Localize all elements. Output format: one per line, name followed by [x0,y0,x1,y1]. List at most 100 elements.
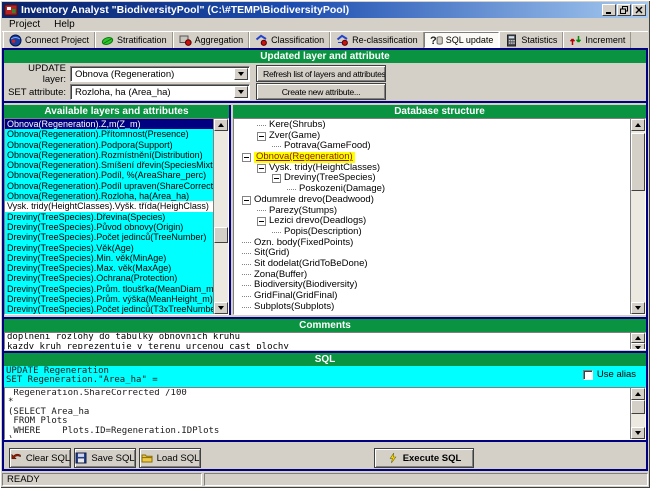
toolbar-button-statistics[interactable]: Statistics [499,32,563,48]
set-attribute-combobox[interactable]: Rozloha, ha (Area_ha) [70,84,250,100]
arrow-up-icon [635,336,641,340]
tree-node[interactable]: GridFinal(GridFinal) [234,291,630,302]
tree-node[interactable]: Obnova(Regeneration) [234,152,630,163]
arrow-up-icon [635,392,641,396]
clear-sql-button[interactable]: Clear SQL [9,448,71,468]
list-item[interactable]: Obnova(Regeneration).Smíšení dřevin(Spec… [5,160,213,170]
sql-section: SQL UPDATE RegenerationSET Regeneration.… [4,351,646,442]
collapse-expander-icon[interactable] [257,217,266,226]
tree-node[interactable]: Kere(Shrubs) [234,120,630,131]
list-item[interactable]: Dreviny(TreeSpecies).Počet jedinců(T3xTr… [5,304,213,314]
use-alias-checkbox[interactable] [583,370,593,380]
scrollbar-track[interactable] [631,131,645,302]
scroll-down-button[interactable] [631,427,645,439]
scroll-up-button[interactable] [214,119,228,131]
tree-vertical-scrollbar[interactable] [630,119,645,314]
toolbar-button-classification[interactable]: Classification [249,32,330,48]
close-button[interactable] [632,4,646,16]
collapse-expander-icon[interactable] [257,132,266,141]
list-item[interactable]: Dreviny(TreeSpecies).Dřevina(Species) [5,212,213,222]
comments-textarea[interactable]: doplneni rozlohy do tabulky obnovnich kr… [4,332,646,350]
list-item[interactable]: Dreviny(TreeSpecies).Prům. výška(MeanHei… [5,294,213,304]
tree-branch-line [242,242,251,243]
titlebar: Inventory Analyst "BiodiversityPool" (C:… [2,2,648,18]
tree-node[interactable]: Vysk. tridy(HeightClasses) [234,163,630,174]
list-item[interactable]: Obnova(Regeneration).Přítomnost(Presence… [5,129,213,139]
tree-node[interactable]: Biodiversity(Biodiversity) [234,280,630,291]
list-item[interactable]: Obnova(Regeneration).Z,m(Z_m) [5,119,213,129]
tree-node[interactable]: Potrava(GameFood) [234,141,630,152]
tree-node[interactable]: Ozn. body(FixedPoints) [234,238,630,249]
tree-node[interactable]: Parezy(Stumps) [234,206,630,217]
list-item[interactable]: Dreviny(TreeSpecies).Prům. tloušťka(Mean… [5,284,213,294]
toolbar-button-stratification[interactable]: Stratification [95,32,173,48]
tree-node[interactable]: Poskozeni(Damage) [234,184,630,195]
set-attribute-dropdown-button[interactable] [234,86,248,98]
tree-node[interactable]: Odumrele drevo(Deadwood) [234,195,630,206]
list-item[interactable]: Dreviny(TreeSpecies).Počet jedinců(TreeN… [5,232,213,242]
update-layer-label: UPDATE layer: [6,63,66,85]
scrollbar-thumb[interactable] [631,133,645,191]
create-attribute-button[interactable]: Create new attribute... [256,83,386,100]
minimize-button[interactable] [602,4,616,16]
list-item[interactable]: Obnova(Regeneration).Podíl upraven(Share… [5,181,213,191]
toolbar-button-aggregation[interactable]: Aggregation [173,32,250,48]
tree-branch-line [242,274,251,275]
load-sql-button[interactable]: Load SQL [139,448,201,468]
toolbar-button-sql-update[interactable]: ?SQL update [424,32,500,48]
scroll-down-button[interactable] [214,302,228,314]
scroll-up-button[interactable] [631,333,645,343]
list-item[interactable]: Obnova(Regeneration).Rozmístnění(Distrib… [5,150,213,160]
menu-item-project[interactable]: Project [2,19,47,30]
comments-vertical-scrollbar[interactable] [630,333,645,349]
collapse-expander-icon[interactable] [242,153,251,162]
refresh-layers-button[interactable]: Refresh list of layers and attributes [256,65,386,82]
list-item[interactable]: Obnova(Regeneration).Rozloha, ha(Area_ha… [5,191,213,201]
list-item[interactable]: Dreviny(TreeSpecies).Min. věk(MinAge) [5,253,213,263]
sql-editor[interactable]: Regeneration.ShareCorrected /100*(SELECT… [4,387,646,440]
tree-node[interactable]: Sit(Grid) [234,248,630,259]
scrollbar-thumb[interactable] [214,227,228,243]
list-item[interactable]: Dreviny(TreeSpecies).Ochrana(Protection) [5,273,213,283]
tree-branch-line [242,285,251,286]
list-item[interactable]: Dreviny(TreeSpecies).Věk(Age) [5,243,213,253]
collapse-expander-icon[interactable] [257,164,266,173]
tree-node[interactable]: Zona(Buffer) [234,270,630,281]
sql-update-icon: ? [430,34,443,47]
list-item[interactable]: Obnova(Regeneration).Podpora(Support) [5,140,213,150]
list-item[interactable]: Dreviny(TreeSpecies).Max. věk(MaxAge) [5,263,213,273]
database-structure-panel: Database structure Kere(Shrubs)Zver(Game… [233,105,646,315]
list-item[interactable]: Vysk. tridy(HeightClasses).Vyšk. třída(H… [5,201,213,211]
toolbar-button-connect-project[interactable]: Connect Project [3,32,95,48]
execute-sql-button[interactable]: Execute SQL [374,448,474,468]
menu-item-help[interactable]: Help [47,19,82,30]
list-item[interactable]: Obnova(Regeneration).Podíl, %(AreaShare_… [5,170,213,180]
restore-button[interactable] [617,4,631,16]
collapse-expander-icon[interactable] [242,196,251,205]
scrollbar-thumb[interactable] [631,400,645,414]
collapse-expander-icon[interactable] [272,174,281,183]
scroll-up-button[interactable] [631,119,645,131]
toolbar-button-increment[interactable]: Increment [563,32,631,48]
sql-vertical-scrollbar[interactable] [630,388,645,439]
scroll-down-button[interactable] [631,302,645,314]
scrollbar-track[interactable] [214,131,228,302]
app-icon [4,3,18,17]
sql-body-line: (SELECT Area_ha [8,408,630,417]
tree-node[interactable]: Lezici drevo(Deadlogs) [234,216,630,227]
scrollbar-track[interactable] [631,400,645,427]
tree-node[interactable]: Popis(Description) [234,227,630,238]
layers-vertical-scrollbar[interactable] [213,119,228,314]
toolbar-button-re-classification[interactable]: Re-classification [330,32,424,48]
list-item[interactable]: Dreviny(TreeSpecies).Původ obnovy(Origin… [5,222,213,232]
update-layer-combobox[interactable]: Obnova (Regeneration) [70,66,250,82]
tree-node[interactable]: Sit dodelat(GridToBeDone) [234,259,630,270]
tree-node[interactable]: Subplots(Subplots) [234,302,630,313]
available-layers-panel: Available layers and attributes Obnova(R… [4,105,231,315]
update-layer-dropdown-button[interactable] [234,68,248,80]
scroll-up-button[interactable] [631,388,645,400]
tree-node[interactable]: Zver(Game) [234,131,630,142]
tree-node[interactable]: Dreviny(TreeSpecies) [234,173,630,184]
scroll-down-button[interactable] [631,343,645,350]
save-sql-button[interactable]: Save SQL [74,448,136,468]
